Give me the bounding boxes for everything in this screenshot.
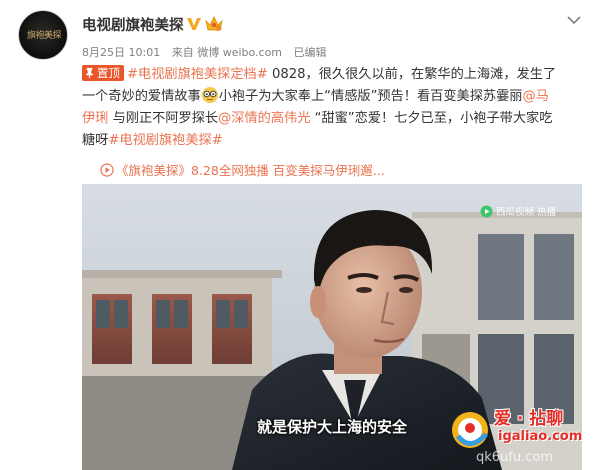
pinned-badge: 置顶: [82, 65, 124, 81]
eyeglasses-emoji-icon: [201, 87, 218, 103]
play-icon: [100, 163, 114, 177]
site-watermark-url-2: qk6ufu.com: [476, 450, 554, 465]
mention-ma-yili[interactable]: @马: [522, 89, 548, 104]
post-text-5a: 糖呀: [82, 133, 109, 148]
xigua-video-logo-icon: [480, 205, 493, 218]
edit-status[interactable]: 已编辑: [294, 46, 327, 59]
post-line-1: 置顶 #电视剧旗袍美探定档# 0828，很久很久以前，在繁华的上海滩，发生了: [82, 64, 594, 86]
author-avatar[interactable]: 旗袍美探: [18, 10, 68, 60]
post-line-3: 伊琍 与刚正不阿罗探长@深情的高伟光 “甜蜜”恋爱！七夕已至，小袍子带大家吃: [82, 108, 594, 130]
post-source: 来自 微博 weibo.com: [171, 46, 283, 59]
video-link[interactable]: 《旗袍美探》8.28全网独播 百变美探马伊琍邂...: [100, 160, 385, 179]
avatar-logo-icon: 旗袍美探: [26, 31, 62, 41]
pinned-label: 置顶: [97, 66, 120, 80]
post-line-4: 糖呀#电视剧旗袍美探#: [82, 130, 594, 152]
verified-badge-icon: [187, 18, 201, 30]
hashtag-end[interactable]: #电视剧旗袍美探#: [108, 133, 222, 148]
post-text-1: 0828，很久很久以前，在繁华的上海滩，发生了: [267, 67, 557, 82]
author-name[interactable]: 电视剧旗袍美探: [82, 14, 184, 35]
post-meta: 8月25日 10:01 来自 微博 weibo.com 已编辑: [82, 44, 335, 60]
site-watermark: 爱 · 拈聊 igaliao.com qk6ufu.com: [448, 402, 602, 470]
chevron-down-icon[interactable]: [566, 14, 582, 26]
mention-ma-yili-end[interactable]: 伊琍: [82, 111, 108, 126]
site-watermark-brand: 爱 · 拈聊: [494, 409, 564, 429]
video-link-text[interactable]: 《旗袍美探》8.28全网独播 百变美探马伊琍邂...: [116, 163, 385, 178]
post-text-4a: 与刚正不阿罗探长: [108, 111, 219, 126]
hashtag-main[interactable]: #电视剧旗袍美探定档#: [127, 67, 268, 82]
channel-watermark-text: 西瓜视频 热播: [496, 207, 557, 218]
post-text-2b: 小袍子为大家奉上“情感版”预告！看百变美探苏霎丽: [218, 89, 523, 104]
post-text: 置顶 #电视剧旗袍美探定档# 0828，很久很久以前，在繁华的上海滩，发生了 一个…: [82, 64, 594, 152]
post-text-4b: “甜蜜”恋爱！七夕已至，小袍子带大家吃: [310, 111, 553, 126]
pin-icon: [85, 67, 94, 78]
member-crown-icon[interactable]: [204, 13, 224, 33]
post-text-2a: 一个奇妙的爱情故事: [82, 89, 201, 104]
post-header: 旗袍美探 电视剧旗袍美探 8月25日 10:01 来自 微博 weibo.com…: [0, 0, 602, 60]
channel-watermark: 西瓜视频 热播: [480, 204, 570, 220]
post-line-2: 一个奇妙的爱情故事 小袍子为大家奉上“情感版”预告！看百变美探苏霎丽@马: [82, 86, 594, 108]
site-logo-icon: [452, 412, 488, 448]
post-date[interactable]: 8月25日 10:01: [82, 46, 160, 59]
mention-gao-weiguang[interactable]: @深情的高伟光: [218, 111, 310, 126]
site-watermark-url: igaliao.com: [498, 429, 583, 444]
